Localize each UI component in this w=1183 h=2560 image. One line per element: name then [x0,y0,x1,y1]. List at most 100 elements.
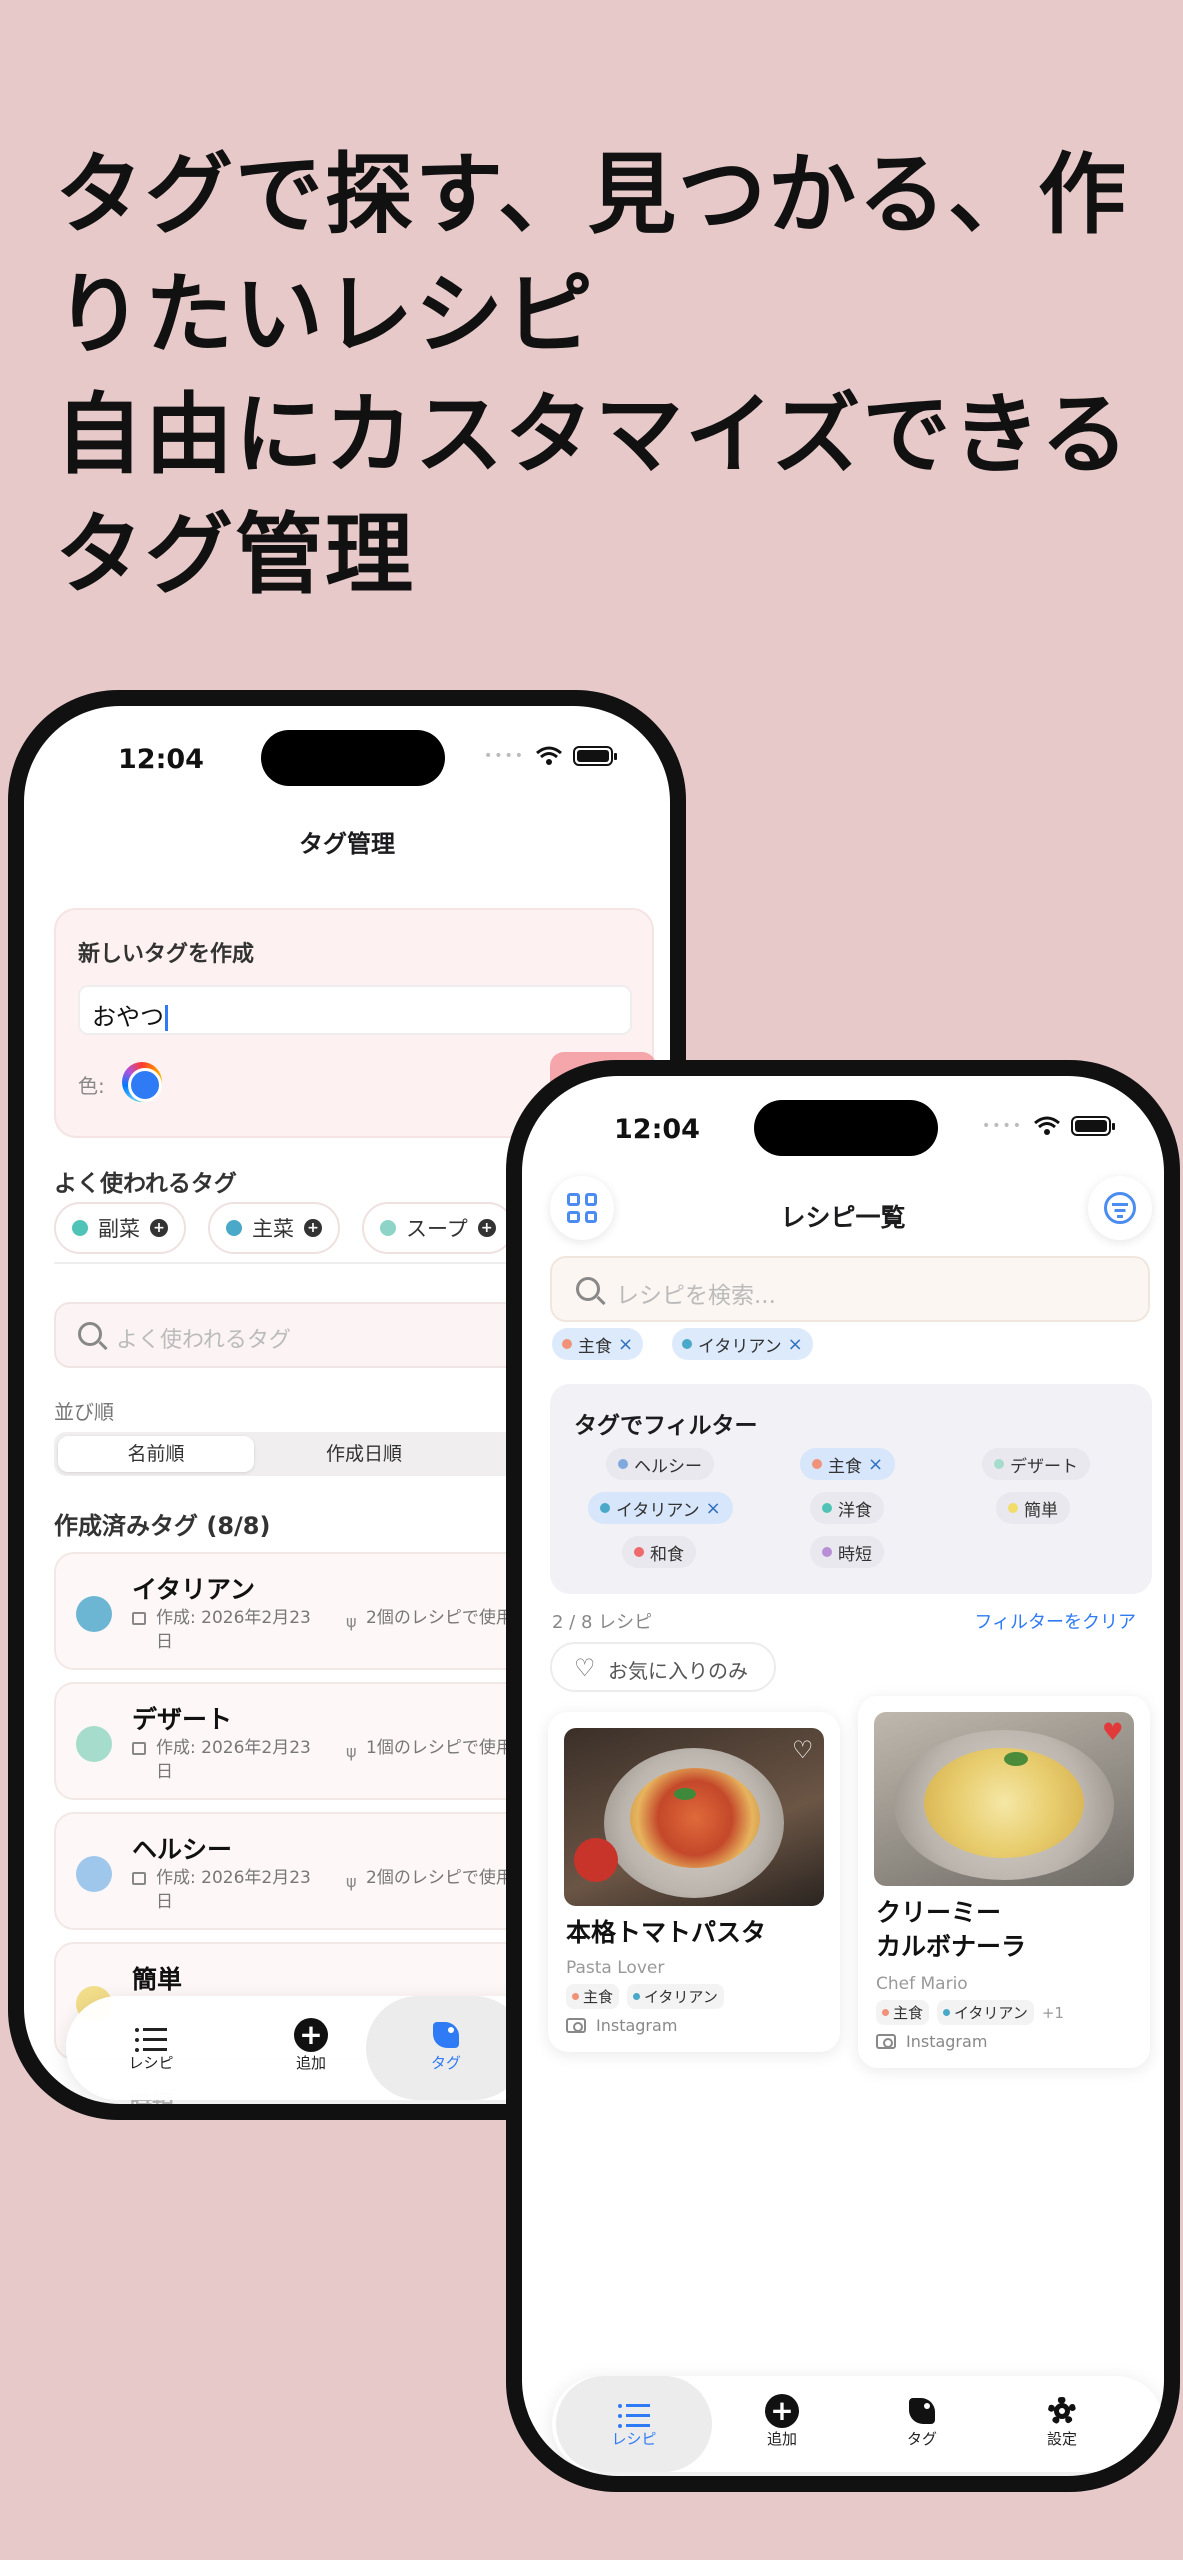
source-label: Instagram [906,2032,988,2051]
tag-created-date: 作成: 2026年2月23日 [156,1738,311,1782]
recipe-tag-label: イタリアン [954,2004,1028,2022]
tab-tags[interactable]: タグ [366,1996,526,2100]
tag-filter-panel: タグでフィルター ヘルシー 主食 × デザート イタリアン × 洋食 簡単 和食… [550,1384,1152,1594]
tag-color-dot [380,1220,396,1236]
color-picker-icon[interactable] [122,1062,162,1102]
recipe-search-input[interactable]: レシピを検索... [550,1256,1150,1322]
tab-settings[interactable]: 設定 [992,2376,1132,2472]
wifi-icon [1034,1116,1060,1135]
recipe-source: Instagram [876,2032,987,2051]
recipe-tags: 主食 イタリアン [566,1984,724,2009]
sort-label: 並び順 [54,1400,114,1424]
tag-name-input[interactable]: おやつ [78,985,632,1035]
utensils-icon: ψ [346,1872,357,1891]
filter-tag-chip[interactable]: 洋食 [810,1492,884,1524]
gear-icon [1045,2394,1079,2428]
list-icon [618,2404,650,2428]
filter-button[interactable] [1088,1176,1152,1240]
heart-outline-icon[interactable]: ♡ [792,1738,814,1762]
camera-icon [566,2018,586,2033]
tag-name: デザート [132,1705,233,1734]
remove-icon[interactable]: × [788,1334,803,1355]
sort-option-date[interactable]: 作成日順 [266,1436,462,1472]
favorites-label: お気に入りのみ [608,1659,748,1683]
heart-filled-icon[interactable]: ♥ [1102,1720,1124,1744]
selected-tag-chip[interactable]: イタリアン × [672,1328,813,1360]
selected-tag-chip[interactable]: 主食 × [552,1328,644,1360]
tag-color-dot [812,1459,822,1469]
recipe-tag-label: イタリアン [644,1988,718,2006]
heart-outline-icon: ♡ [574,1654,596,1682]
tab-label: レシピ [128,2054,174,2072]
filter-icon [1104,1192,1136,1224]
page-title: レシピ一覧 [780,1203,906,1232]
recipe-tag-label: 主食 [583,1988,614,2006]
tag-name: ヘルシー [132,1835,233,1864]
tab-bar: レシピ + 追加 タグ 設定 [552,2376,1164,2472]
tag-color-dot [682,1339,692,1349]
status-time: 12:04 [614,1114,700,1145]
filter-tag-chip[interactable]: イタリアン × [588,1492,733,1524]
recipe-card[interactable]: ♡ 本格トマトパスタ Pasta Lover 主食 イタリアン Instagra… [548,1712,840,2052]
chip-label: 和食 [650,1544,684,1565]
frequent-tag-chip[interactable]: スープ + [362,1202,514,1254]
recipe-card[interactable]: ♥ クリーミー カルボナーラ Chef Mario 主食 イタリアン +1 In… [858,1696,1150,2068]
tag-color-dot [562,1339,572,1349]
chip-label: 時短 [838,1544,872,1565]
recipe-author: Chef Mario [876,1974,968,1994]
chip-label: 主食 [828,1456,862,1477]
add-icon: + [150,1219,168,1237]
status-icons: •••• [484,746,618,766]
filter-tag-chip[interactable]: 主食 × [800,1448,896,1480]
tab-recipes[interactable]: レシピ [86,1996,216,2100]
chip-label: デザート [1010,1456,1078,1477]
frequent-tag-chip[interactable]: 主菜 + [208,1202,340,1254]
tag-color-dot [72,1220,88,1236]
recipe-name-line: クリーミー [876,1898,1002,1927]
tab-add[interactable]: + 追加 [712,2376,852,2472]
tag-name: 簡単 [132,1965,183,1994]
sort-option-name[interactable]: 名前順 [58,1436,254,1472]
tag-name: イタリアン [132,1575,256,1604]
calendar-icon [132,1612,146,1625]
tab-add[interactable]: + 追加 [246,1996,376,2100]
recipe-name: 本格トマトパスタ [566,1918,767,1947]
recipe-tag-label: 主食 [893,2004,924,2022]
calendar-icon [132,1742,146,1755]
tag-color-dot [634,1547,644,1557]
tag-color-dot [618,1459,628,1469]
recipe-tags: 主食 イタリアン +1 [876,2000,1064,2025]
dynamic-island [261,730,445,786]
tab-tags[interactable]: タグ [852,2376,992,2472]
filter-tag-chip[interactable]: 時短 [810,1536,884,1568]
phone-recipe-list: 12:04 •••• レシピ一覧 レシピを検索... 主食 × イタリアン × … [506,1060,1180,2492]
recipe-name-line: カルボナーラ [876,1932,1027,1961]
chip-label: 洋食 [838,1500,872,1521]
tag-color-circle [76,1856,112,1892]
chip-label: 副菜 [98,1217,140,1241]
tab-recipes[interactable]: レシピ [556,2376,712,2472]
tab-label: 追加 [295,2054,326,2072]
filter-tag-chip[interactable]: デザート [982,1448,1090,1480]
tag-created-date: 作成: 2026年2月23日 [156,1608,311,1652]
tab-label: レシピ [611,2430,657,2448]
filter-tag-chip[interactable]: ヘルシー [606,1448,714,1480]
frequent-tag-chip[interactable]: 副菜 + [54,1202,186,1254]
add-icon: + [304,1219,322,1237]
recipe-source: Instagram [566,2016,677,2035]
clear-filter-link[interactable]: フィルターをクリア [974,1608,1136,1634]
favorites-only-toggle[interactable]: ♡ お気に入りのみ [550,1642,776,1692]
tab-label: タグ [430,2054,461,2072]
recipe-tag: イタリアン [937,2000,1034,2025]
tag-created-date: 作成: 2026年2月23日 [156,1868,311,1912]
filter-tag-chip[interactable]: 簡単 [996,1492,1070,1524]
remove-icon[interactable]: × [618,1334,633,1355]
result-count: 2 / 8 レシピ [552,1612,653,1633]
battery-icon [573,746,618,766]
search-placeholder: よく使われるタグ [116,1328,291,1353]
chip-label: イタリアン [616,1500,700,1521]
filter-tag-chip[interactable]: 和食 [622,1536,696,1568]
add-circle-icon: + [765,2394,799,2428]
color-label: 色: [78,1074,105,1098]
headline: タグで探す、見つかる、作 りたいレシピ 自由にカスタマイズできる タグ管理 [55,135,1155,615]
